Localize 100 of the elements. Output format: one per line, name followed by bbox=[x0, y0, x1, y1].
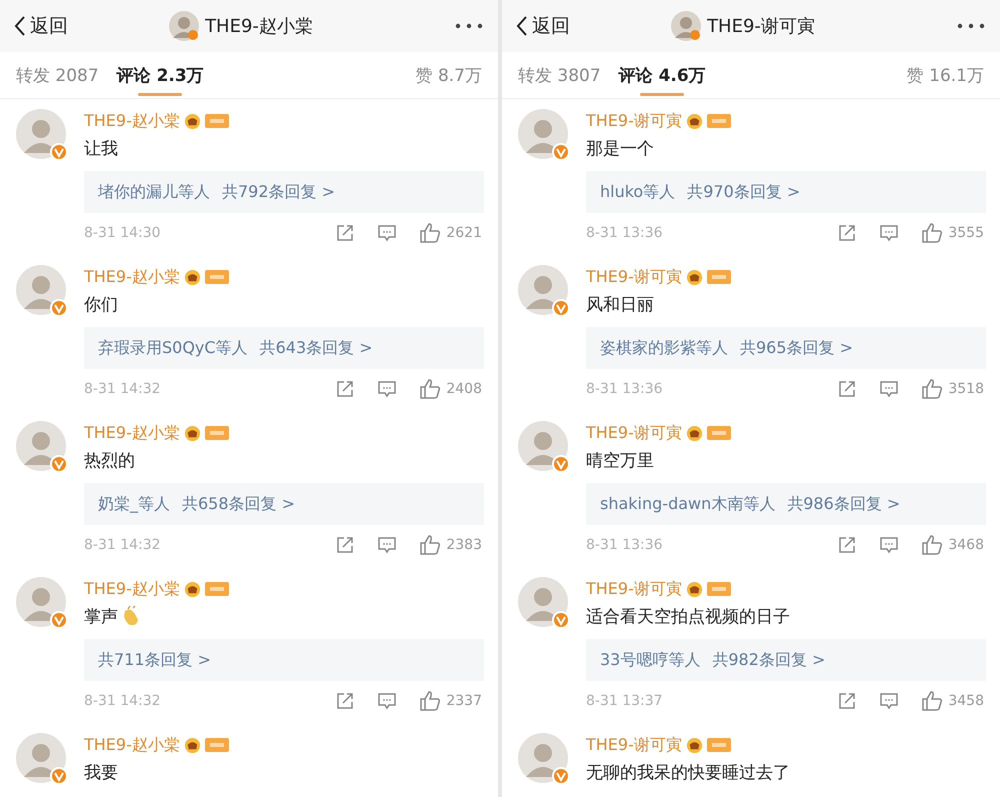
fan-badge-icon bbox=[686, 268, 703, 286]
comment-icon[interactable] bbox=[377, 379, 398, 399]
back-button[interactable]: 返回 bbox=[516, 13, 570, 39]
avatar-icon bbox=[16, 733, 68, 785]
reply-count-link[interactable]: 共792条回复 > bbox=[222, 182, 336, 202]
reply-users: 堵你的漏儿等人 bbox=[98, 182, 210, 202]
reply-users: hluko等人 bbox=[600, 182, 676, 202]
tab[interactable]: 转发 2087 bbox=[16, 52, 99, 98]
avatar-icon bbox=[518, 265, 570, 317]
reply-count-link[interactable]: 共643条回复 > bbox=[260, 338, 373, 358]
like-button[interactable]: 3518 bbox=[921, 379, 984, 399]
reply-summary[interactable]: shaking-dawn木南等人 共986条回复 > bbox=[586, 483, 986, 525]
reply-summary[interactable]: 共711条回复 > bbox=[84, 639, 484, 681]
comment-text: 无聊的我呆的快要睡过去了 bbox=[586, 762, 790, 784]
share-icon[interactable] bbox=[335, 379, 356, 399]
reply-count-link[interactable]: 共970条回复 > bbox=[687, 182, 800, 202]
reply-summary[interactable]: 奶棠_等人 共658条回复 > bbox=[84, 483, 484, 525]
reply-count-link[interactable]: 共982条回复 > bbox=[712, 650, 826, 670]
reply-users: 姿棋家的影紫等人 bbox=[600, 338, 728, 358]
comment-icon[interactable] bbox=[377, 535, 398, 555]
author-tag-icon bbox=[706, 425, 731, 441]
avatar-icon bbox=[518, 421, 570, 473]
reply-users: 33号嗯哼等人 bbox=[600, 650, 700, 670]
avatar-icon bbox=[671, 11, 702, 41]
comment-time: 8-31 13:36 bbox=[586, 225, 663, 241]
more-icon[interactable] bbox=[454, 22, 484, 30]
page-title: THE9-赵小棠 bbox=[205, 15, 313, 38]
fan-badge-icon bbox=[184, 424, 201, 442]
author-name[interactable]: THE9-赵小棠 bbox=[84, 422, 180, 444]
fan-badge-icon bbox=[686, 736, 703, 754]
author-name[interactable]: THE9-赵小棠 bbox=[84, 578, 180, 600]
avatar-icon bbox=[518, 109, 570, 161]
like-button[interactable]: 3555 bbox=[921, 223, 984, 243]
tab[interactable]: 转发 3807 bbox=[518, 52, 601, 98]
share-icon[interactable] bbox=[837, 691, 858, 711]
back-chevron-icon bbox=[14, 15, 26, 37]
comment-text: 你们 bbox=[84, 294, 118, 316]
fan-badge-icon bbox=[686, 424, 703, 442]
comment-text: 让我 bbox=[84, 138, 118, 160]
thumbs-up-icon bbox=[921, 535, 944, 555]
author-name[interactable]: THE9-谢可寅 bbox=[586, 578, 682, 600]
reply-count-link[interactable]: 共986条回复 > bbox=[787, 494, 900, 514]
comment-text: 我要 bbox=[84, 762, 118, 784]
share-icon[interactable] bbox=[837, 535, 858, 555]
tab[interactable]: 评论 4.6万 bbox=[618, 52, 706, 98]
like-button[interactable]: 3468 bbox=[921, 535, 984, 555]
like-button[interactable]: 2408 bbox=[419, 379, 482, 399]
comment-text: 那是一个 bbox=[586, 138, 654, 160]
comment-icon[interactable] bbox=[879, 535, 900, 555]
avatar-icon bbox=[169, 11, 200, 41]
tab[interactable]: 评论 2.3万 bbox=[116, 52, 204, 98]
author-tag-icon bbox=[706, 737, 731, 753]
comment-icon[interactable] bbox=[879, 379, 900, 399]
author-name[interactable]: THE9-赵小棠 bbox=[84, 734, 180, 756]
back-button[interactable]: 返回 bbox=[14, 13, 68, 39]
reply-summary[interactable]: hluko等人 共970条回复 > bbox=[586, 171, 986, 213]
comment-icon[interactable] bbox=[377, 691, 398, 711]
comment-time: 8-31 13:36 bbox=[586, 537, 663, 553]
author-tag-icon bbox=[706, 581, 731, 597]
comment-text: 风和日丽 bbox=[586, 294, 654, 316]
comment-icon[interactable] bbox=[879, 223, 900, 243]
author-name[interactable]: THE9-谢可寅 bbox=[586, 266, 682, 288]
reply-count-link[interactable]: 共711条回复 > bbox=[98, 650, 212, 670]
share-icon[interactable] bbox=[837, 379, 858, 399]
avatar-icon bbox=[518, 577, 570, 629]
more-icon[interactable] bbox=[956, 22, 986, 30]
like-button[interactable]: 2383 bbox=[419, 535, 482, 555]
like-button[interactable]: 2337 bbox=[419, 691, 482, 711]
fan-badge-icon bbox=[686, 580, 703, 598]
author-name[interactable]: THE9-谢可寅 bbox=[586, 110, 682, 132]
reply-count-link[interactable]: 共965条回复 > bbox=[740, 338, 854, 358]
thumbs-up-icon bbox=[921, 223, 944, 243]
author-name[interactable]: THE9-谢可寅 bbox=[586, 422, 682, 444]
comment-time: 8-31 14:32 bbox=[84, 537, 161, 553]
like-button[interactable]: 3458 bbox=[921, 691, 984, 711]
reply-count-link[interactable]: 共658条回复 > bbox=[182, 494, 296, 514]
reply-summary[interactable]: 姿棋家的影紫等人 共965条回复 > bbox=[586, 327, 986, 369]
author-name[interactable]: THE9-谢可寅 bbox=[586, 734, 682, 756]
fan-badge-icon bbox=[184, 736, 201, 754]
comment-time: 8-31 13:37 bbox=[586, 693, 663, 709]
reply-summary[interactable]: 弃瑕录用S0QyC等人 共643条回复 > bbox=[84, 327, 484, 369]
comment-icon[interactable] bbox=[377, 223, 398, 243]
share-icon[interactable] bbox=[335, 223, 356, 243]
comment-icon[interactable] bbox=[879, 691, 900, 711]
author-name[interactable]: THE9-赵小棠 bbox=[84, 110, 180, 132]
share-icon[interactable] bbox=[837, 223, 858, 243]
reply-summary[interactable]: 33号嗯哼等人 共982条回复 > bbox=[586, 639, 986, 681]
avatar-icon bbox=[16, 577, 68, 629]
thumbs-up-icon bbox=[419, 691, 442, 711]
author-tag-icon bbox=[204, 425, 229, 441]
share-icon[interactable] bbox=[335, 535, 356, 555]
author-tag-icon bbox=[204, 581, 229, 597]
reply-summary[interactable]: 堵你的漏儿等人 共792条回复 > bbox=[84, 171, 484, 213]
author-tag-icon bbox=[204, 113, 229, 129]
author-name[interactable]: THE9-赵小棠 bbox=[84, 266, 180, 288]
thumbs-up-icon bbox=[921, 379, 944, 399]
share-icon[interactable] bbox=[335, 691, 356, 711]
comment-time: 8-31 14:32 bbox=[84, 381, 161, 397]
like-button[interactable]: 2621 bbox=[419, 223, 482, 243]
page-title: THE9-谢可寅 bbox=[707, 15, 815, 38]
